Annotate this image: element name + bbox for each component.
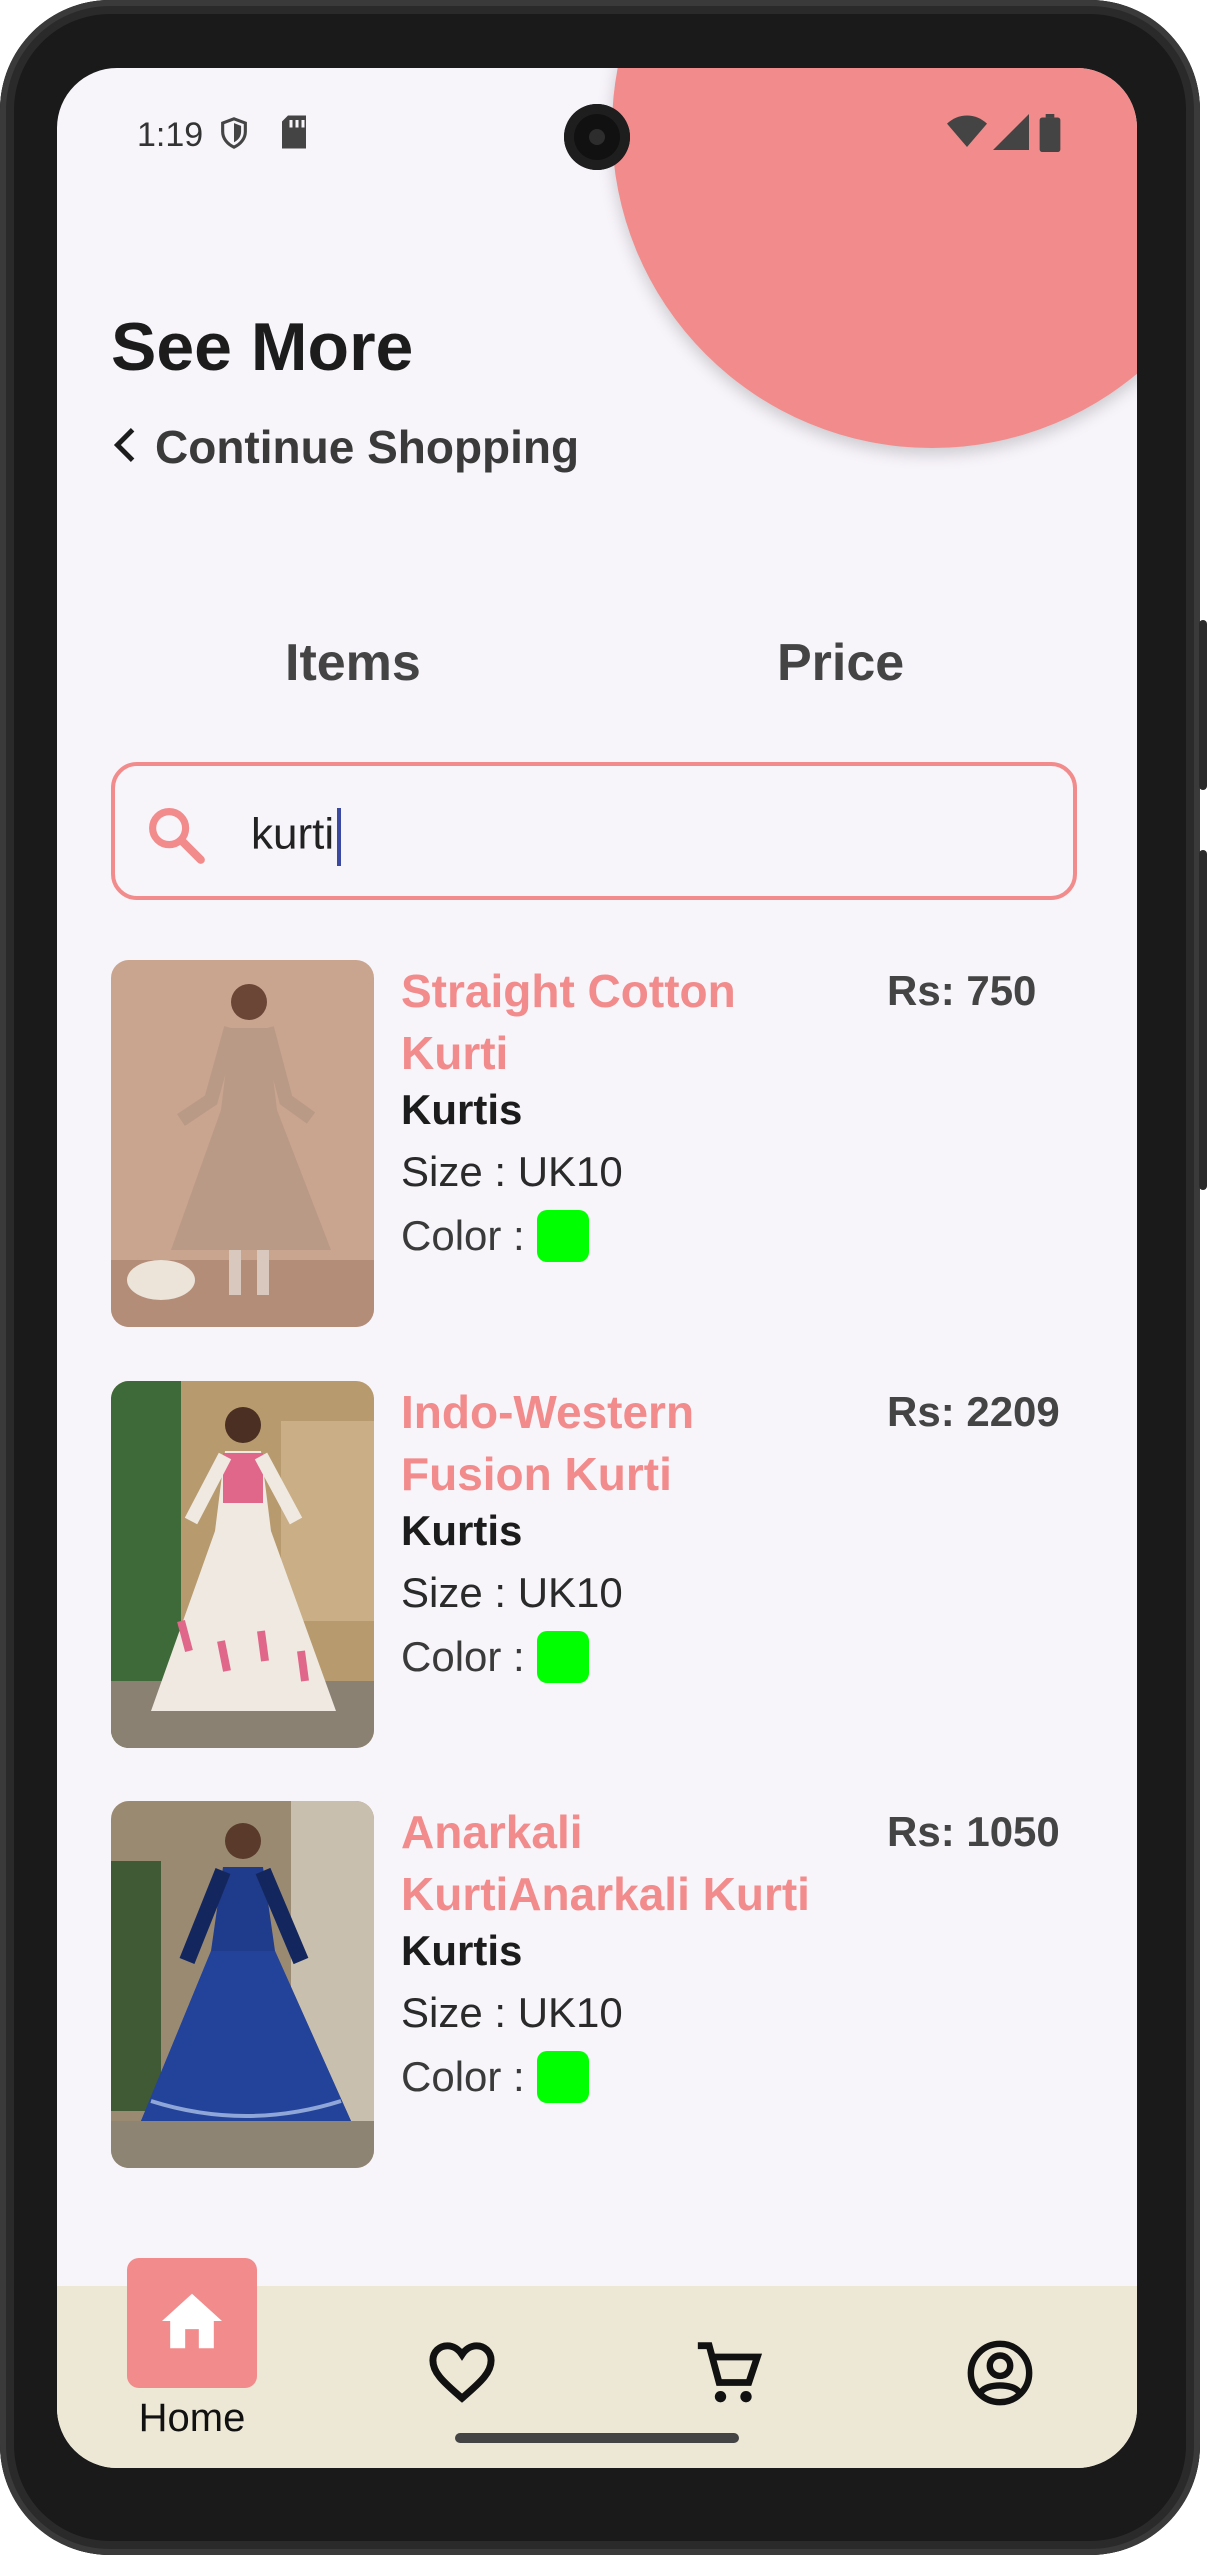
color-label: Color : bbox=[401, 1212, 525, 1259]
gesture-handle[interactable] bbox=[455, 2433, 739, 2443]
color-label: Color : bbox=[401, 1633, 525, 1680]
cart-icon bbox=[693, 2342, 765, 2412]
product-image[interactable] bbox=[111, 1381, 374, 1748]
product-image[interactable] bbox=[111, 1801, 374, 2168]
product-price: Rs: 2209 bbox=[887, 1388, 1060, 1435]
continue-shopping-label: Continue Shopping bbox=[155, 421, 580, 473]
chevron-left-icon bbox=[113, 426, 137, 469]
home-icon bbox=[159, 2291, 225, 2356]
product-category: Kurtis bbox=[401, 1086, 523, 1133]
color-swatch bbox=[536, 2051, 589, 2103]
status-bar: 1:19 bbox=[57, 68, 1137, 198]
search-input[interactable]: kurti bbox=[251, 808, 342, 866]
product-card[interactable]: Indo-Western Fusion Kurti Rs: 2209 Kurti… bbox=[111, 1381, 1111, 1751]
sd-card-icon bbox=[279, 114, 309, 155]
color-label: Color : bbox=[401, 2053, 525, 2100]
page-title: See More bbox=[111, 309, 414, 385]
product-image[interactable] bbox=[111, 960, 374, 1327]
battery-icon bbox=[1039, 114, 1061, 157]
front-camera bbox=[564, 104, 630, 170]
product-size: Size : UK10 bbox=[401, 1989, 623, 2036]
text-caret bbox=[337, 808, 342, 866]
phone-power-button bbox=[1199, 620, 1207, 790]
product-name[interactable]: Anarkali KurtiAnarkali Kurti bbox=[401, 1801, 831, 1925]
product-card[interactable]: Anarkali KurtiAnarkali Kurti Rs: 1050 Ku… bbox=[111, 1801, 1111, 2171]
product-price: Rs: 1050 bbox=[887, 1808, 1060, 1855]
nav-home-button[interactable] bbox=[127, 2258, 257, 2388]
nav-favorites-button[interactable] bbox=[427, 2340, 497, 2409]
app-screen: 1:19 See More Continue Shopping Items Pr… bbox=[57, 68, 1137, 2468]
product-color: Color : bbox=[401, 1210, 589, 1262]
signal-icon bbox=[993, 114, 1029, 155]
tab-price[interactable]: Price bbox=[777, 633, 904, 693]
shield-icon bbox=[217, 114, 251, 157]
search-field[interactable]: kurti bbox=[111, 762, 1077, 900]
wifi-icon bbox=[947, 114, 987, 155]
color-swatch bbox=[536, 1631, 589, 1683]
nav-account-button[interactable] bbox=[965, 2338, 1035, 2413]
continue-shopping-link[interactable]: Continue Shopping bbox=[113, 420, 579, 474]
search-value: kurti bbox=[251, 809, 335, 859]
product-card[interactable]: Straight Cotton Kurti Rs: 750 Kurtis Siz… bbox=[111, 960, 1111, 1330]
account-icon bbox=[965, 2340, 1035, 2412]
phone-volume-button bbox=[1199, 850, 1207, 1190]
sort-tabs: Items Price bbox=[57, 633, 1137, 713]
heart-icon bbox=[427, 2342, 497, 2408]
nav-home-label[interactable]: Home bbox=[127, 2396, 257, 2441]
status-time: 1:19 bbox=[137, 116, 204, 154]
nav-cart-button[interactable] bbox=[693, 2340, 765, 2413]
search-icon bbox=[143, 802, 209, 873]
product-color: Color : bbox=[401, 1631, 589, 1683]
product-name[interactable]: Indo-Western Fusion Kurti bbox=[401, 1381, 831, 1505]
product-category: Kurtis bbox=[401, 1507, 523, 1554]
color-swatch bbox=[536, 1210, 589, 1262]
tab-items[interactable]: Items bbox=[285, 633, 421, 693]
product-size: Size : UK10 bbox=[401, 1148, 623, 1195]
product-price: Rs: 750 bbox=[887, 967, 1037, 1014]
product-color: Color : bbox=[401, 2051, 589, 2103]
product-category: Kurtis bbox=[401, 1927, 523, 1974]
product-size: Size : UK10 bbox=[401, 1569, 623, 1616]
product-name[interactable]: Straight Cotton Kurti bbox=[401, 960, 831, 1084]
